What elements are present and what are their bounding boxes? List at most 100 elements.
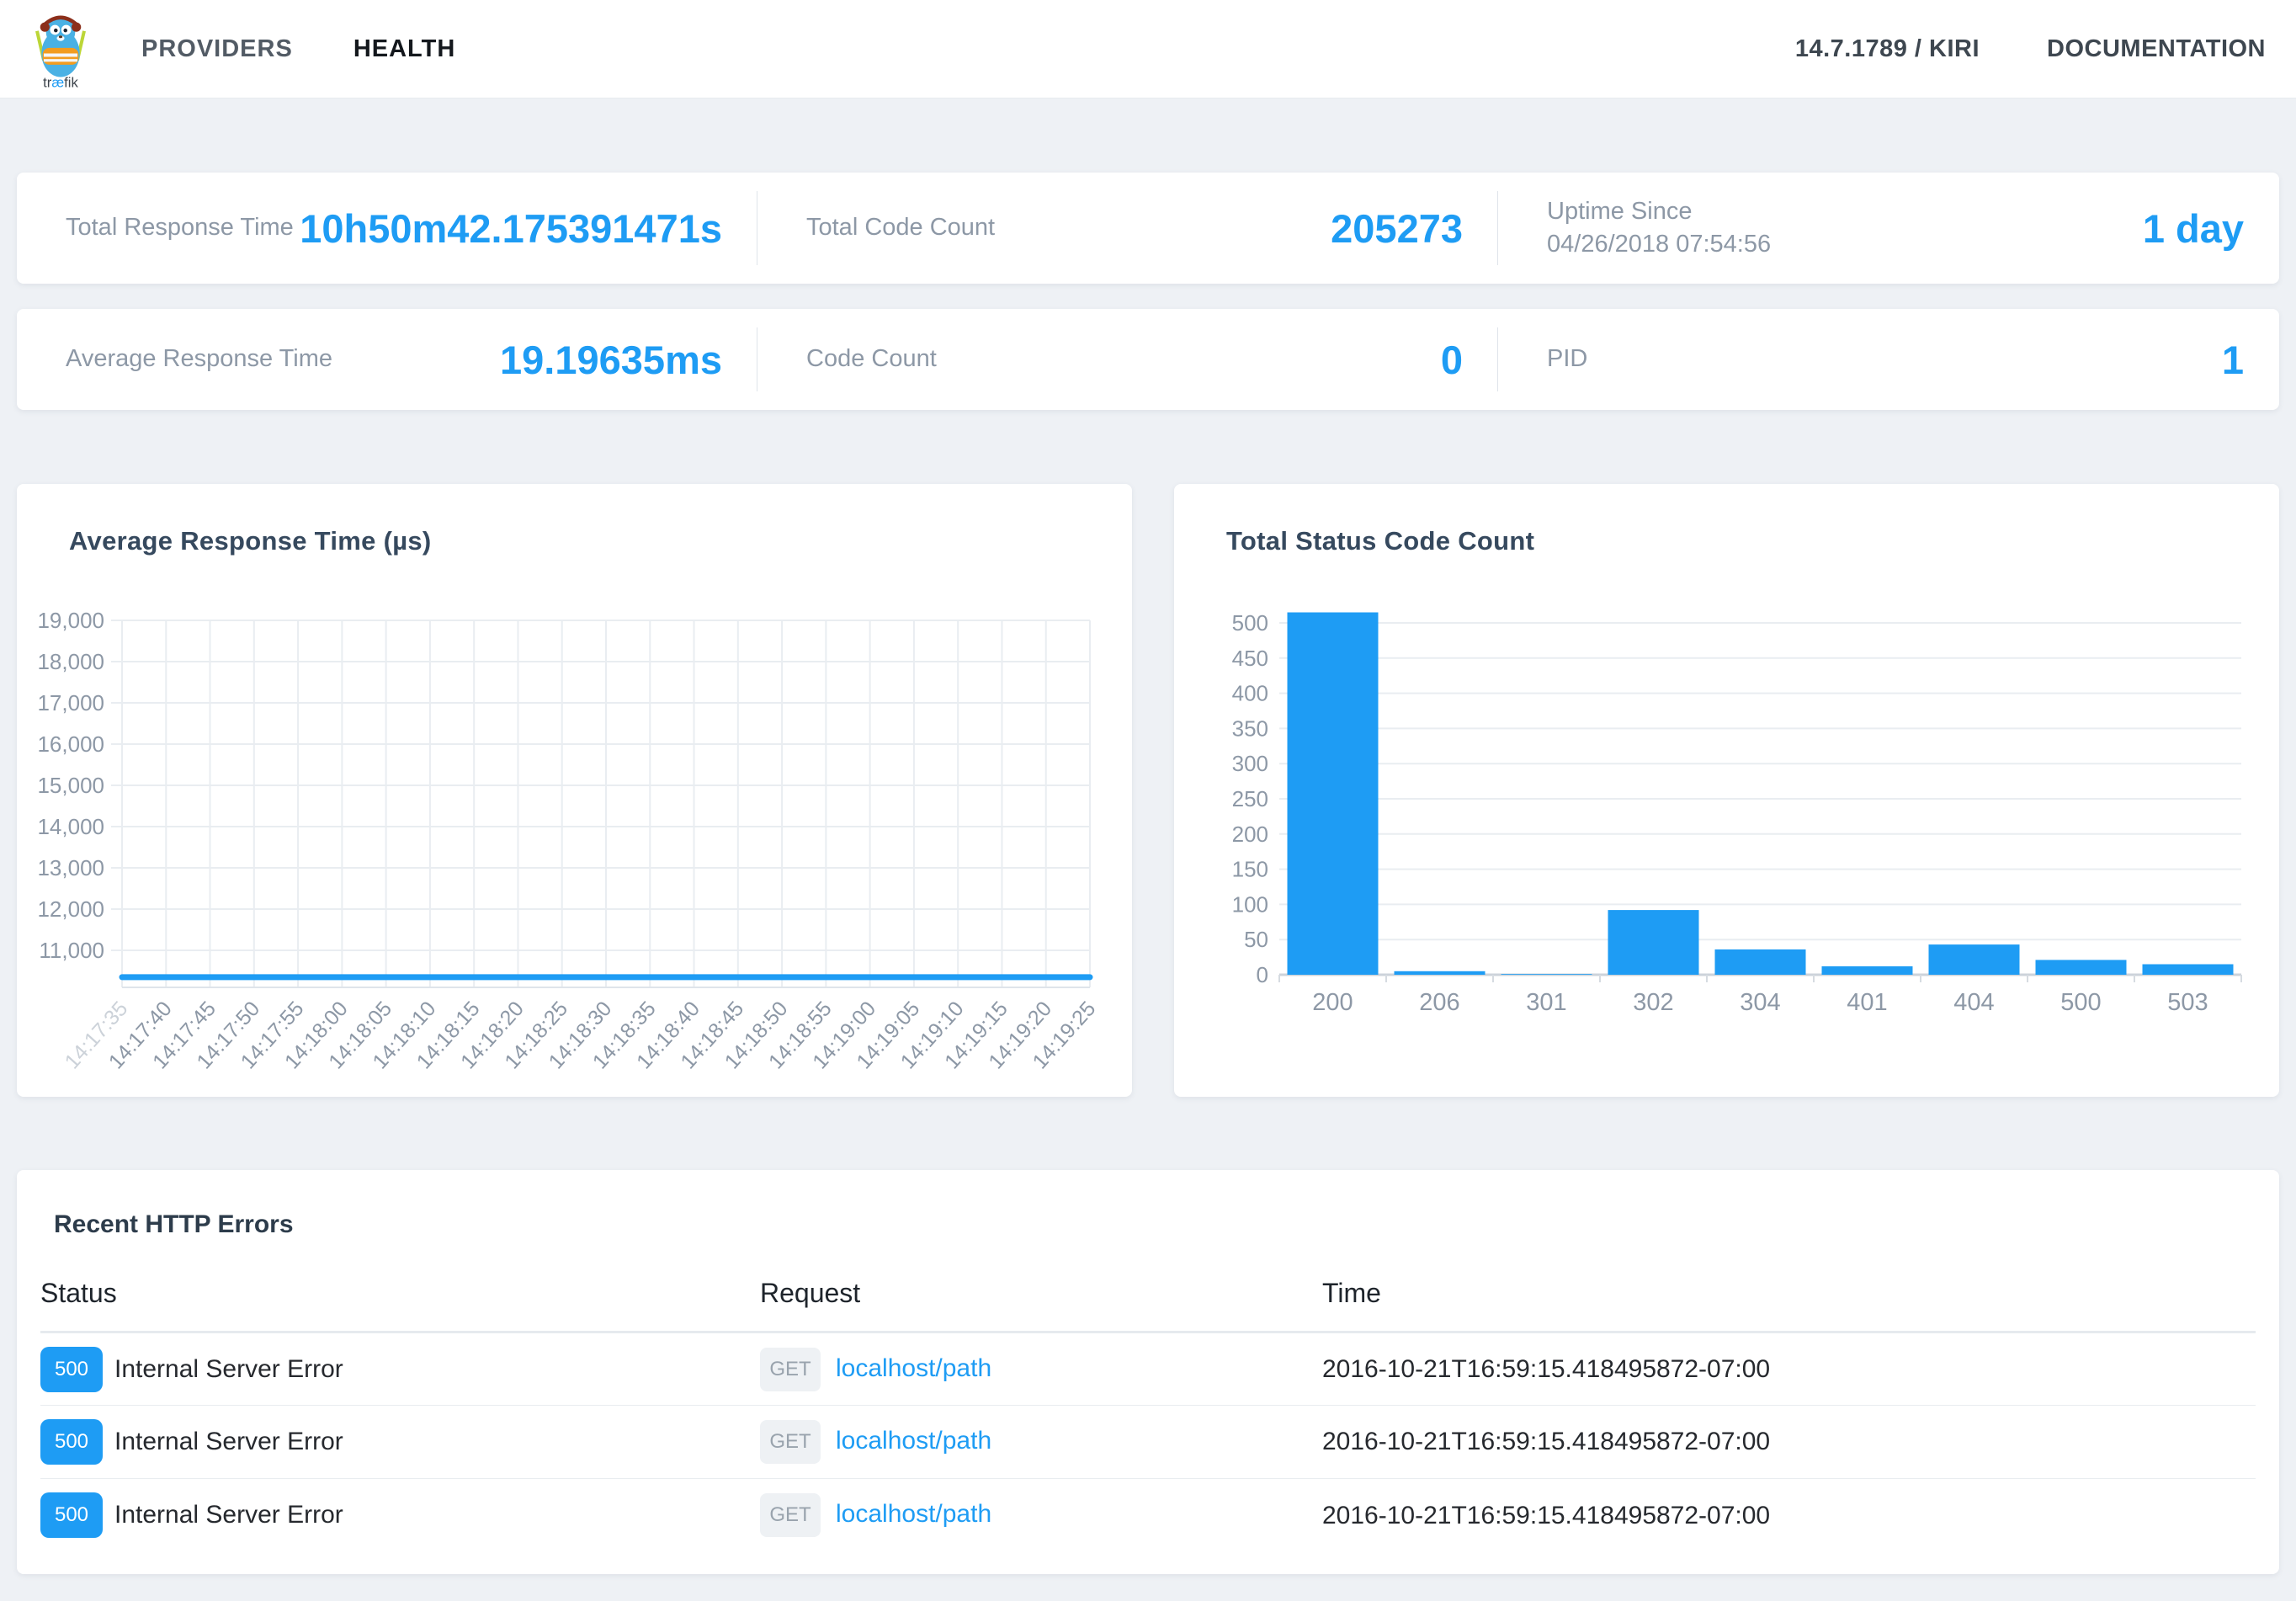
stat-pid: PID 1 [1498, 309, 2279, 410]
x-category-label: 503 [2167, 989, 2208, 1016]
nav-item-health[interactable]: HEALTH [353, 35, 455, 63]
stat-label: PID [1547, 343, 1587, 375]
stat-value: 1 [2222, 337, 2244, 383]
status-code-bar [1501, 974, 1592, 975]
uptime-label: Uptime Since [1547, 198, 1692, 225]
status-code-bar [1608, 910, 1699, 975]
y-tick-label: 350 [1232, 715, 1268, 741]
errors-table: Status Request Time 500 Internal Server E… [40, 1263, 2256, 1552]
stat-label: Total Response Time [66, 211, 294, 244]
status-code-bar [1288, 613, 1379, 976]
y-tick-label: 15,000 [37, 773, 104, 798]
status-text: Internal Server Error [114, 1428, 343, 1455]
request-path-link[interactable]: localhost/path [836, 1427, 991, 1455]
line-chart: 19,000 18,000 17,000 16,000 15,000 14,000 13,0… [17, 592, 1132, 1093]
y-tick-label: 19,000 [37, 608, 104, 633]
stat-label: Average Response Time [66, 343, 332, 375]
y-tick-label: 11,000 [39, 938, 104, 963]
stat-value: 10h50m42.175391471s [300, 205, 722, 252]
errors-table-header-row: Status Request Time [40, 1263, 2256, 1332]
x-category-label: 500 [2060, 989, 2101, 1016]
y-tick-label: 100 [1232, 891, 1268, 917]
avg-response-time-chart-card: Average Response Time (µs) 19,00018,0001… [17, 484, 1132, 1097]
stat-label: Uptime Since 04/26/2018 07:54:56 [1547, 195, 1771, 261]
request-path-link[interactable]: localhost/path [836, 1500, 991, 1528]
y-tick-label: 12,000 [37, 896, 104, 922]
top-nav-bar: træfik PROVIDERS HEALTH 14.7.1789 / KIRI… [0, 0, 2296, 98]
column-header-time: Time [1322, 1263, 2256, 1332]
status-code-badge: 500 [40, 1419, 103, 1465]
error-time: 2016-10-21T16:59:15.418495872-07:00 [1322, 1428, 1770, 1456]
traefik-logo[interactable]: træfik [27, 8, 94, 93]
status-text: Internal Server Error [114, 1501, 343, 1529]
stat-code-count: Code Count 0 [757, 309, 1498, 410]
table-row: 500 Internal Server Error GET localhost/pa… [40, 1479, 2256, 1552]
x-category-label: 304 [1740, 989, 1780, 1016]
y-tick-label: 17,000 [37, 690, 104, 715]
x-category-label: 401 [1847, 989, 1887, 1016]
x-category-label: 302 [1633, 989, 1673, 1016]
traefik-gopher-icon: træfik [27, 8, 94, 92]
y-tick-label: 14,000 [37, 814, 104, 839]
x-category-label: 200 [1312, 989, 1353, 1016]
column-header-status: Status [40, 1263, 760, 1332]
y-tick-label: 450 [1232, 646, 1268, 671]
status-code-bar [1395, 971, 1485, 975]
table-row: 500 Internal Server Error GET localhost/pa… [40, 1332, 2256, 1406]
stat-value: 0 [1441, 337, 1463, 383]
y-tick-label: 200 [1232, 822, 1268, 847]
column-header-request: Request [760, 1263, 1322, 1332]
status-code-bar [2036, 960, 2127, 975]
y-tick-label: 50 [1244, 927, 1268, 952]
recent-http-errors-card: Recent HTTP Errors Status Request Time 5… [17, 1170, 2279, 1574]
stat-card-row-1: Total Response Time 10h50m42.175391471s … [17, 173, 2279, 284]
stat-uptime-since: Uptime Since 04/26/2018 07:54:56 1 day [1498, 173, 2279, 284]
x-category-label: 206 [1419, 989, 1459, 1016]
stat-label: Total Code Count [806, 211, 995, 244]
errors-table-title: Recent HTTP Errors [54, 1210, 294, 1239]
error-time: 2016-10-21T16:59:15.418495872-07:00 [1322, 1355, 1770, 1383]
version-label: 14.7.1789 / KIRI [1795, 35, 1980, 63]
line-chart-title: Average Response Time (µs) [69, 526, 432, 556]
status-text: Internal Server Error [114, 1355, 343, 1383]
http-method-badge: GET [760, 1348, 821, 1391]
stat-value: 1 day [2143, 205, 2244, 252]
stat-total-code-count: Total Code Count 205273 [757, 173, 1498, 284]
nav-item-providers[interactable]: PROVIDERS [141, 35, 293, 63]
main-nav: PROVIDERS HEALTH [141, 35, 455, 63]
stat-card-row-2: Average Response Time 19.19635ms Code Co… [17, 309, 2279, 410]
status-code-badge: 500 [40, 1492, 103, 1538]
uptime-date: 04/26/2018 07:54:56 [1547, 228, 1771, 261]
y-tick-label: 300 [1232, 751, 1268, 776]
y-tick-label: 500 [1232, 610, 1268, 636]
bar-chart-title: Total Status Code Count [1226, 526, 1534, 556]
svg-text:træfik: træfik [43, 75, 78, 91]
error-time: 2016-10-21T16:59:15.418495872-07:00 [1322, 1502, 1770, 1529]
y-tick-label: 0 [1257, 962, 1268, 987]
stat-total-response-time: Total Response Time 10h50m42.175391471s [17, 173, 757, 284]
status-code-chart-card: Total Status Code Count 0 50 100 150 200 250 3… [1174, 484, 2279, 1097]
documentation-link[interactable]: DOCUMENTATION [2047, 35, 2266, 63]
y-tick-label: 250 [1232, 786, 1268, 811]
status-code-bar [1822, 966, 1913, 975]
y-tick-label: 16,000 [37, 731, 104, 757]
y-tick-label: 18,000 [37, 649, 104, 674]
y-tick-label: 400 [1232, 681, 1268, 706]
stat-average-response-time: Average Response Time 19.19635ms [17, 309, 757, 410]
x-category-label: 404 [1953, 989, 1994, 1016]
stat-value: 205273 [1331, 205, 1463, 252]
status-code-badge: 500 [40, 1347, 103, 1392]
http-method-badge: GET [760, 1493, 821, 1537]
stat-value: 19.19635ms [500, 337, 722, 383]
table-row: 500 Internal Server Error GET localhost/pa… [40, 1406, 2256, 1479]
status-code-bar [1715, 949, 1806, 975]
x-category-label: 301 [1526, 989, 1566, 1016]
request-path-link[interactable]: localhost/path [836, 1354, 991, 1381]
y-tick-label: 150 [1232, 857, 1268, 882]
header-right: 14.7.1789 / KIRI DOCUMENTATION [1795, 35, 2266, 63]
status-code-bar [2143, 965, 2234, 976]
status-code-bar [1929, 944, 2020, 975]
stat-label: Code Count [806, 343, 937, 375]
http-method-badge: GET [760, 1420, 821, 1464]
y-tick-label: 13,000 [37, 855, 104, 880]
